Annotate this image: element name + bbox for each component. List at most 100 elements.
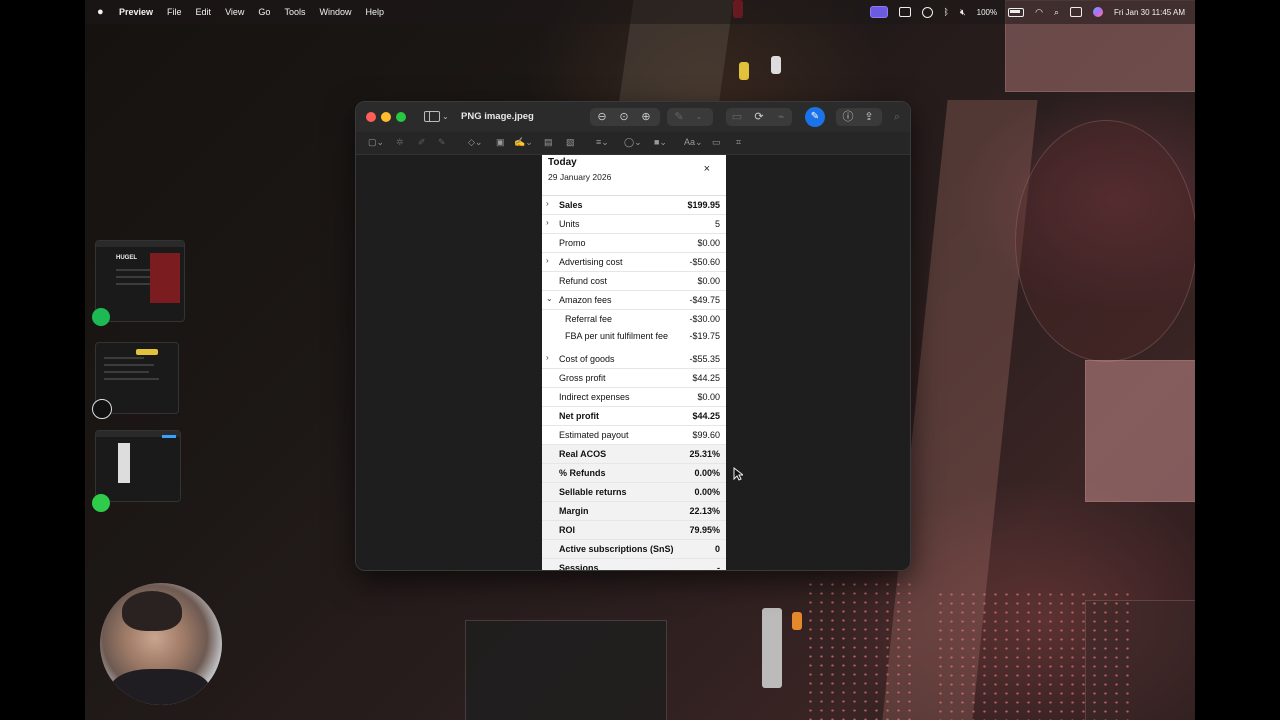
metric-label: Sales: [559, 200, 583, 210]
menu-go[interactable]: Go: [258, 7, 270, 17]
mute-icon[interactable]: 🔇︎: [960, 7, 966, 18]
rotate-icon[interactable]: ⟳: [752, 109, 766, 125]
record-icon[interactable]: [921, 6, 933, 18]
apple-menu-icon[interactable]: ●: [97, 6, 111, 18]
border-color-icon[interactable]: ◯⌄: [624, 137, 642, 148]
building: [1085, 360, 1195, 502]
crowd: [935, 590, 1135, 720]
search-icon[interactable]: ⌕: [1054, 7, 1059, 18]
metric-value: -$55.35: [689, 354, 720, 364]
metric-value: $199.95: [687, 200, 720, 210]
chevron-right-icon[interactable]: ›: [546, 218, 549, 227]
adjust-color-icon[interactable]: ▧: [566, 137, 575, 148]
shape-style-icon[interactable]: ≡⌄: [596, 137, 609, 148]
sign-icon[interactable]: ✍⌄: [514, 137, 533, 148]
draw-icon[interactable]: ✎: [438, 137, 446, 148]
siri-icon[interactable]: [1093, 7, 1103, 17]
text-select-icon[interactable]: ▭: [730, 109, 744, 125]
metric-label: Refund cost: [559, 276, 608, 286]
share-icon[interactable]: ⇪: [862, 109, 876, 125]
zoom-fit-icon[interactable]: ⊙: [617, 109, 631, 125]
metric-row: Referral fee -$30.00: [542, 310, 726, 327]
menu-file[interactable]: File: [167, 7, 182, 17]
zoom-window-button[interactable]: [396, 112, 406, 122]
chevron-down-icon[interactable]: ⌄: [694, 109, 704, 125]
chevron-right-icon[interactable]: ›: [546, 199, 549, 208]
metric-row[interactable]: › Units 5: [542, 215, 726, 234]
metric-label: Margin: [559, 506, 589, 516]
status-area: ᛒ 🔇︎ 100% ◠ ⌕ Fri Jan 30 11:45 AM: [869, 0, 1185, 24]
building: [465, 620, 667, 720]
metric-row[interactable]: › Cost of goods -$55.35: [542, 350, 726, 369]
metric-label: FBA per unit fulfilment fee: [565, 331, 669, 341]
metric-value: $0.00: [697, 276, 720, 286]
document-canvas[interactable]: Today 29 January 2026 × › Sales $199.95 › Un…: [356, 155, 910, 570]
metric-value: 25.31%: [689, 449, 720, 459]
fill-color-icon[interactable]: ■⌄: [654, 137, 667, 148]
car: [792, 612, 802, 630]
metric-row: Refund cost $0.00: [542, 272, 726, 291]
comment-icon[interactable]: ▭: [712, 137, 721, 148]
metric-label: Estimated payout: [559, 430, 629, 440]
selection-tool-icon[interactable]: ▢⌄: [368, 137, 384, 148]
crowd: [805, 580, 915, 720]
metric-label: Active subscriptions (SnS): [559, 544, 674, 554]
crop-icon[interactable]: ⌗: [736, 137, 741, 148]
metric-row[interactable]: › Advertising cost -$50.60: [542, 253, 726, 272]
instant-alpha-icon[interactable]: ✲: [396, 137, 404, 148]
text-style-icon[interactable]: Aa⌄: [684, 137, 703, 148]
sidebar-toggle-icon[interactable]: [424, 111, 440, 122]
menu-view[interactable]: View: [225, 7, 244, 17]
chevron-down-icon[interactable]: ⌄: [546, 294, 553, 303]
metric-row: Net profit $44.25: [542, 407, 726, 426]
battery-icon[interactable]: [1008, 7, 1025, 17]
metric-row: % Refunds 0.00%: [542, 464, 726, 483]
messages-icon[interactable]: [92, 494, 110, 512]
preview-window: ⌄ PNG image.jpeg ⊖ ⊙ ⊕ ✎ ⌄ ▭ ⟳ ⌁ ✎ ⓘ ⇪ ⌕…: [355, 101, 911, 571]
chevron-right-icon[interactable]: ›: [546, 256, 549, 265]
chatgpt-icon[interactable]: [92, 399, 112, 419]
bluetooth-icon[interactable]: ᛒ: [944, 7, 949, 17]
metric-label: Promo: [559, 238, 586, 248]
menu-bar: ● Preview File Edit View Go Tools Window…: [85, 0, 1195, 24]
metric-label: Indirect expenses: [559, 392, 630, 402]
metric-label: % Refunds: [559, 468, 606, 478]
menu-help[interactable]: Help: [365, 7, 384, 17]
markup-button[interactable]: ✎: [805, 107, 825, 127]
stage-thumbnail-messages[interactable]: [95, 430, 181, 502]
note-icon[interactable]: ▤: [544, 137, 553, 148]
spotify-icon[interactable]: [92, 308, 110, 326]
sketch-icon[interactable]: ✐: [418, 137, 426, 148]
control-center-icon[interactable]: [1070, 7, 1082, 17]
metric-row[interactable]: ⌄ Amazon fees -$49.75: [542, 291, 726, 310]
zoom-out-icon[interactable]: ⊖: [595, 109, 609, 125]
menu-window[interactable]: Window: [319, 7, 351, 17]
stage-thumbnail-spotify[interactable]: HUGEL: [95, 240, 185, 322]
chevron-right-icon[interactable]: ›: [546, 353, 549, 362]
metric-label: Referral fee: [565, 314, 613, 324]
window-titlebar[interactable]: ⌄ PNG image.jpeg ⊖ ⊙ ⊕ ✎ ⌄ ▭ ⟳ ⌁ ✎ ⓘ ⇪ ⌕: [356, 102, 910, 132]
text-box-icon[interactable]: ▣: [496, 137, 505, 148]
search-icon[interactable]: ⌕: [890, 109, 904, 125]
info-icon[interactable]: ⓘ: [841, 109, 855, 125]
metric-row[interactable]: › Sales $199.95: [542, 196, 726, 215]
highlight-icon[interactable]: ✎: [672, 109, 686, 125]
minimize-window-button[interactable]: [381, 112, 391, 122]
metric-value: 79.95%: [689, 525, 720, 535]
building: [1015, 120, 1195, 362]
screenshot-icon[interactable]: [898, 7, 911, 17]
chevron-down-icon[interactable]: ⌄: [442, 112, 449, 121]
shapes-icon[interactable]: ◇⌄: [468, 137, 482, 148]
metric-value: -$19.75: [689, 331, 720, 341]
screen-recording-icon[interactable]: [869, 6, 888, 18]
wifi-icon[interactable]: ◠: [1035, 7, 1043, 18]
zoom-in-icon[interactable]: ⊕: [639, 109, 653, 125]
menu-tools[interactable]: Tools: [284, 7, 305, 17]
menu-edit[interactable]: Edit: [196, 7, 212, 17]
app-menu[interactable]: Preview: [119, 7, 153, 17]
clock[interactable]: Fri Jan 30 11:45 AM: [1114, 8, 1185, 17]
metric-value: $44.25: [692, 373, 720, 383]
signature-icon[interactable]: ⌁: [774, 109, 788, 125]
metric-label: Net profit: [559, 411, 599, 421]
close-window-button[interactable]: [366, 112, 376, 122]
